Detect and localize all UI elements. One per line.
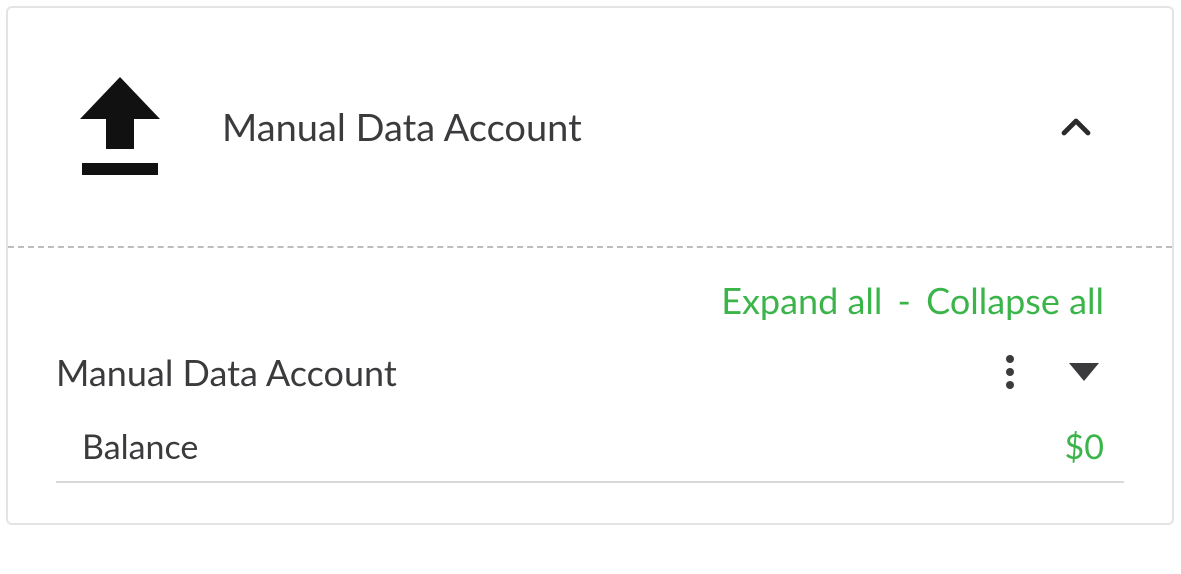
expand-collapse-separator: - <box>898 278 911 322</box>
upload-icon <box>72 77 182 177</box>
more-vertical-icon <box>1005 354 1015 390</box>
chevron-up-icon <box>1058 109 1094 145</box>
balance-row: Balance $0 <box>56 408 1124 483</box>
account-row: Manual Data Account <box>56 346 1124 404</box>
balance-label: Balance <box>82 426 198 467</box>
card-body: Expand all - Collapse all Manual Data Ac… <box>8 248 1172 523</box>
collapse-all-link[interactable]: Collapse all <box>926 278 1104 322</box>
expand-collapse-controls: Expand all - Collapse all <box>56 278 1104 322</box>
collapse-toggle[interactable] <box>1052 103 1100 151</box>
caret-down-icon <box>1069 363 1099 381</box>
account-card: Manual Data Account Expand all - Collaps… <box>6 6 1174 525</box>
account-more-button[interactable] <box>990 352 1030 392</box>
account-name: Manual Data Account <box>56 350 397 394</box>
card-header[interactable]: Manual Data Account <box>8 8 1172 246</box>
balance-value: $0 <box>1065 426 1104 467</box>
account-expand-button[interactable] <box>1064 352 1104 392</box>
card-title: Manual Data Account <box>222 104 1052 150</box>
account-row-actions <box>990 352 1104 392</box>
expand-all-link[interactable]: Expand all <box>721 278 882 322</box>
